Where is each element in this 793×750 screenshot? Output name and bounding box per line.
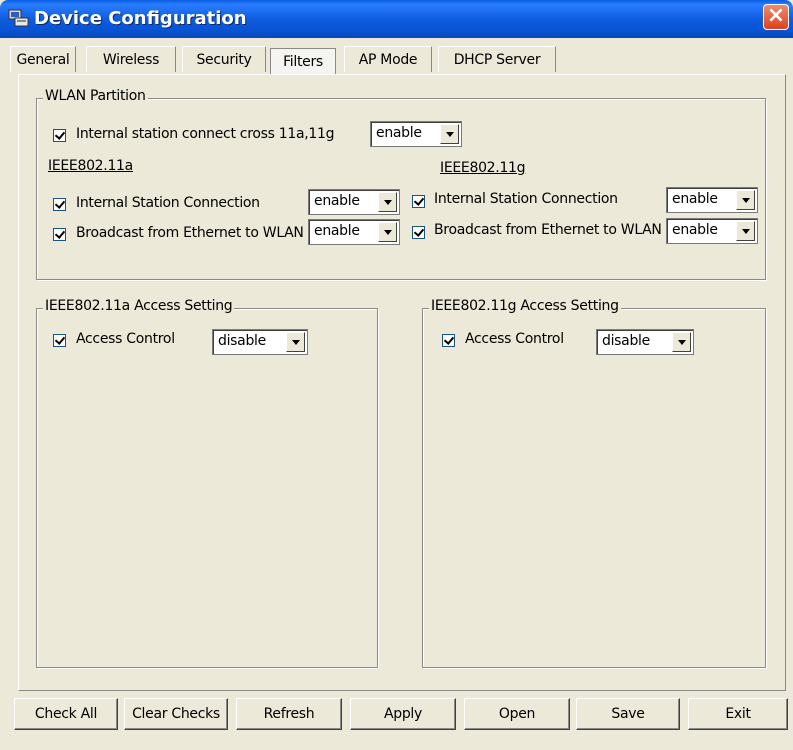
clear-checks-button[interactable]: Clear Checks bbox=[124, 698, 228, 730]
apply-button[interactable]: Apply bbox=[350, 698, 456, 730]
cross-select[interactable]: enable bbox=[370, 121, 462, 147]
cross-select-value: enable bbox=[376, 125, 422, 141]
chevron-down-icon[interactable] bbox=[736, 221, 755, 241]
access-a-select-value: disable bbox=[218, 333, 266, 349]
ieee80211g-heading: IEEE802.11g bbox=[440, 160, 526, 176]
access-g-checkbox[interactable] bbox=[442, 334, 455, 347]
chevron-down-icon[interactable] bbox=[440, 124, 459, 144]
chevron-down-icon[interactable] bbox=[736, 190, 755, 210]
chevron-down-icon[interactable] bbox=[286, 332, 305, 352]
access-a-group: IEEE802.11a Access Setting bbox=[36, 298, 378, 668]
g-internal-select[interactable]: enable bbox=[666, 187, 758, 213]
a-broadcast-checkbox[interactable] bbox=[53, 228, 66, 241]
tab-ap-mode[interactable]: AP Mode bbox=[344, 46, 432, 72]
a-internal-select-value: enable bbox=[314, 193, 360, 209]
g-internal-checkbox[interactable] bbox=[412, 195, 425, 208]
wlan-partition-title: WLAN Partition bbox=[43, 88, 148, 104]
tab-dhcp-server[interactable]: DHCP Server bbox=[438, 46, 556, 72]
tab-general[interactable]: General bbox=[10, 46, 76, 72]
ieee80211a-heading: IEEE802.11a bbox=[48, 158, 133, 174]
access-g-select-value: disable bbox=[602, 333, 650, 349]
g-broadcast-select[interactable]: enable bbox=[666, 218, 758, 244]
title-bar[interactable]: Device Configuration × bbox=[0, 0, 793, 38]
access-g-title: IEEE802.11g Access Setting bbox=[429, 298, 621, 314]
access-g-label: Access Control bbox=[465, 331, 564, 347]
a-broadcast-label: Broadcast from Ethernet to WLAN bbox=[76, 225, 304, 241]
cross-label: Internal station connect cross 11a,11g bbox=[76, 126, 335, 142]
open-button[interactable]: Open bbox=[464, 698, 570, 730]
access-a-label: Access Control bbox=[76, 331, 175, 347]
access-g-group: IEEE802.11g Access Setting bbox=[422, 298, 766, 668]
a-internal-checkbox[interactable] bbox=[53, 198, 66, 211]
refresh-button[interactable]: Refresh bbox=[236, 698, 342, 730]
close-button[interactable]: × bbox=[763, 4, 789, 30]
exit-button[interactable]: Exit bbox=[688, 698, 788, 730]
window-title: Device Configuration bbox=[34, 8, 247, 29]
cross-checkbox[interactable] bbox=[53, 129, 66, 142]
access-g-select[interactable]: disable bbox=[596, 329, 694, 355]
check-all-button[interactable]: Check All bbox=[14, 698, 118, 730]
access-a-select[interactable]: disable bbox=[212, 329, 308, 355]
device-configuration-window: Device Configuration × General Wireless … bbox=[0, 0, 793, 750]
app-icon bbox=[8, 9, 29, 27]
tab-filters[interactable]: Filters bbox=[270, 48, 336, 74]
g-broadcast-select-value: enable bbox=[672, 222, 718, 238]
g-broadcast-checkbox[interactable] bbox=[412, 226, 425, 239]
chevron-down-icon[interactable] bbox=[378, 192, 397, 212]
access-a-title: IEEE802.11a Access Setting bbox=[43, 298, 235, 314]
access-a-checkbox[interactable] bbox=[53, 334, 66, 347]
chevron-down-icon[interactable] bbox=[378, 222, 397, 242]
g-internal-select-value: enable bbox=[672, 191, 718, 207]
a-broadcast-select[interactable]: enable bbox=[308, 219, 400, 245]
close-icon: × bbox=[766, 3, 786, 28]
tab-wireless[interactable]: Wireless bbox=[86, 46, 176, 72]
g-broadcast-label: Broadcast from Ethernet to WLAN bbox=[434, 222, 662, 238]
g-internal-label: Internal Station Connection bbox=[434, 191, 618, 207]
a-internal-select[interactable]: enable bbox=[308, 189, 400, 215]
chevron-down-icon[interactable] bbox=[672, 332, 691, 352]
a-broadcast-select-value: enable bbox=[314, 223, 360, 239]
a-internal-label: Internal Station Connection bbox=[76, 195, 260, 211]
tab-security[interactable]: Security bbox=[182, 46, 266, 72]
save-button[interactable]: Save bbox=[576, 698, 680, 730]
